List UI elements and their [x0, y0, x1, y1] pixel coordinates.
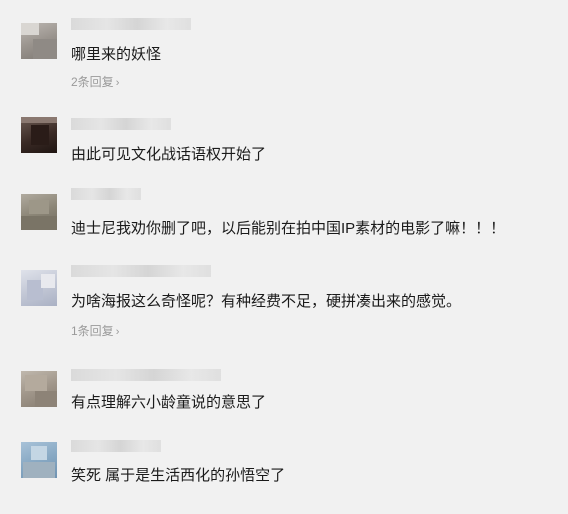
reply-count-link[interactable]: 2条回复 › — [71, 75, 119, 90]
username-blurred[interactable] — [71, 265, 211, 277]
avatar[interactable] — [21, 194, 57, 230]
chevron-right-icon: › — [115, 326, 120, 338]
username-blurred[interactable] — [71, 18, 191, 30]
comment-feed: 哪里来的妖怪 2条回复 › 由此可见文化战话语权开始了 迪士尼我劝你删了吧，以后能… — [0, 0, 568, 514]
username-blurred[interactable] — [71, 369, 221, 381]
avatar[interactable] — [21, 23, 57, 59]
reply-count-label: 1条回复 — [71, 324, 114, 338]
reply-count-link[interactable]: 1条回复 › — [71, 324, 119, 339]
comment-text: 迪士尼我劝你删了吧，以后能别在拍中国IP素材的电影了嘛！！！ — [71, 220, 506, 237]
comment-text: 笑死 属于是生活西化的孙悟空了 — [71, 467, 286, 484]
comment-text: 有点理解六小龄童说的意思了 — [71, 394, 267, 411]
reply-count-label: 2条回复 — [71, 75, 114, 89]
comment-text: 哪里来的妖怪 — [71, 46, 162, 63]
avatar[interactable] — [21, 442, 57, 478]
username-blurred[interactable] — [71, 440, 161, 452]
avatar[interactable] — [21, 270, 57, 306]
comment-text: 为啥海报这么奇怪呢？有种经费不足，硬拼凑出来的感觉。 — [71, 293, 462, 310]
avatar[interactable] — [21, 117, 57, 153]
chevron-right-icon: › — [115, 77, 120, 89]
avatar[interactable] — [21, 371, 57, 407]
comment-text: 由此可见文化战话语权开始了 — [71, 146, 267, 163]
username-blurred[interactable] — [71, 188, 141, 200]
username-blurred[interactable] — [71, 118, 171, 130]
